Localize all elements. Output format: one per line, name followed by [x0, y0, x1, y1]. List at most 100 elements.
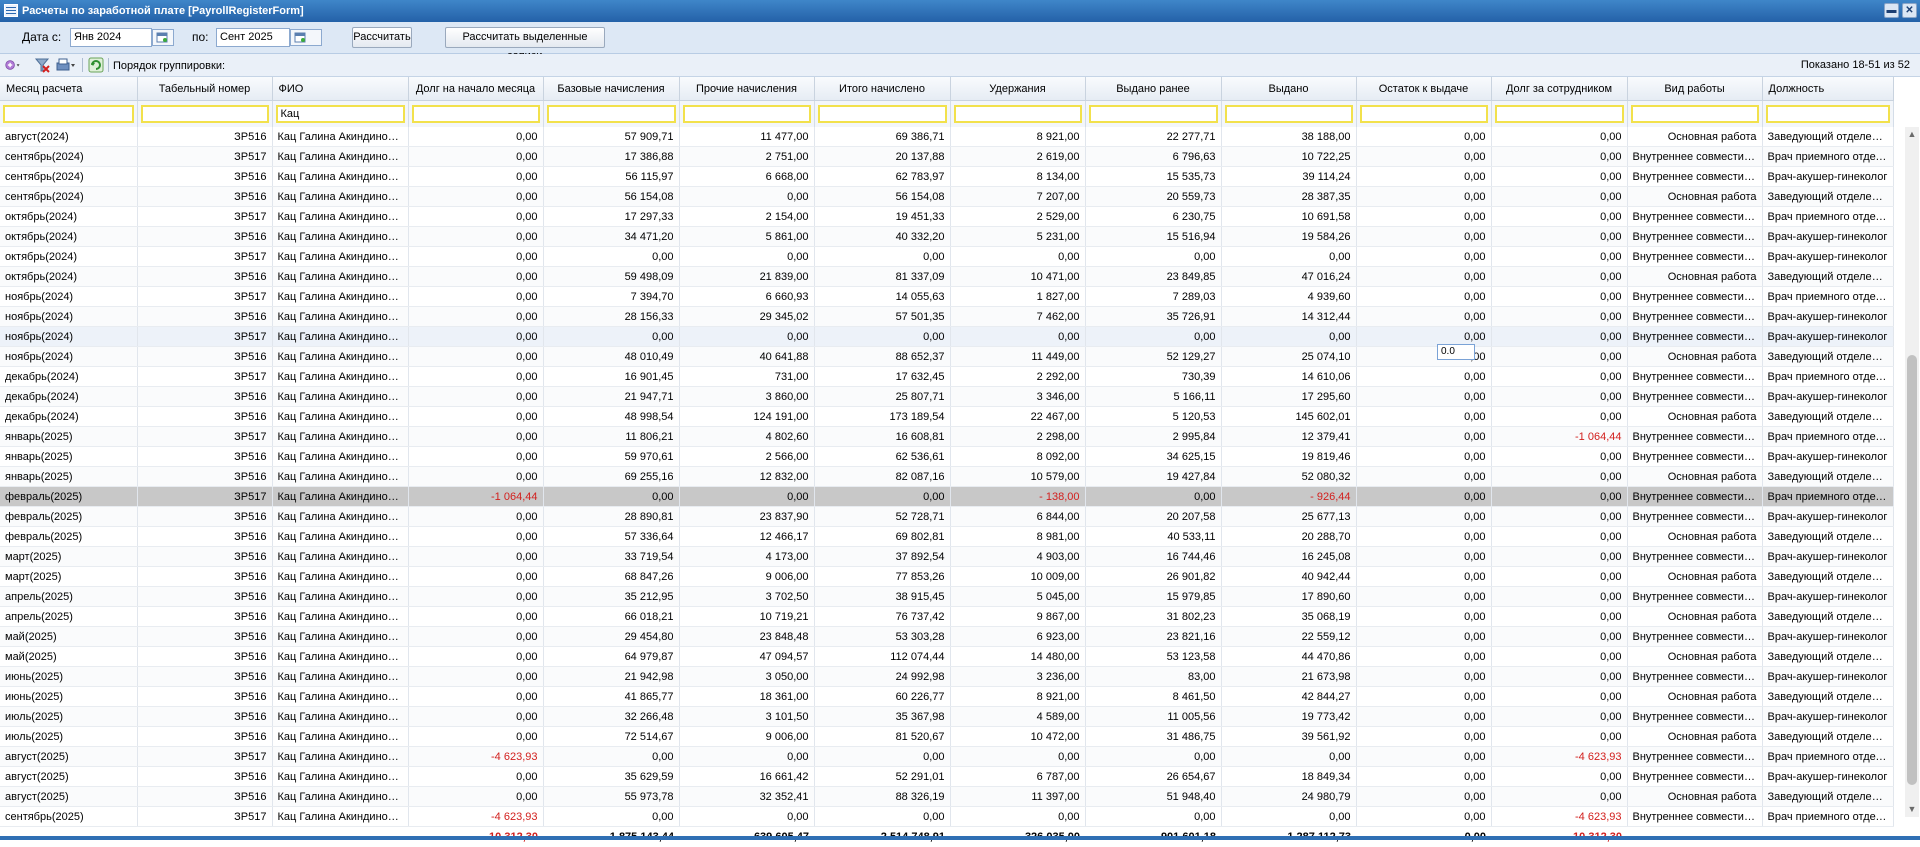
table-row[interactable]: сентябрь(2025)ЗР517Кац Галина Акиндиновн…: [0, 807, 1893, 827]
table-cell[interactable]: -4 623,93: [408, 807, 543, 827]
column-header[interactable]: Долг за сотрудником: [1491, 77, 1627, 101]
table-cell[interactable]: 0,00: [1356, 427, 1491, 447]
table-cell[interactable]: Внутреннее совместите...: [1627, 447, 1762, 467]
table-cell[interactable]: 64 979,87: [543, 647, 679, 667]
table-cell[interactable]: 3 101,50: [679, 707, 814, 727]
table-cell[interactable]: 0,00: [408, 327, 543, 347]
table-cell[interactable]: ЗР516: [137, 707, 272, 727]
table-cell[interactable]: Кац Галина Акиндиновна: [272, 347, 408, 367]
table-cell[interactable]: 0,00: [408, 787, 543, 807]
table-cell[interactable]: 35 367,98: [814, 707, 950, 727]
table-cell[interactable]: ЗР516: [137, 727, 272, 747]
table-cell[interactable]: 0,00: [1491, 487, 1627, 507]
table-cell[interactable]: 40 332,20: [814, 227, 950, 247]
table-cell[interactable]: 12 832,00: [679, 467, 814, 487]
table-cell[interactable]: 0,00: [408, 287, 543, 307]
table-cell[interactable]: 8 092,00: [950, 447, 1085, 467]
table-cell[interactable]: 24 980,79: [1221, 787, 1356, 807]
table-cell[interactable]: Врач-акушер-гинеколог: [1762, 707, 1893, 727]
table-cell[interactable]: Кац Галина Акиндиновна: [272, 567, 408, 587]
table-cell[interactable]: ЗР516: [137, 187, 272, 207]
column-header[interactable]: Базовые начисления: [543, 77, 679, 101]
table-cell[interactable]: ЗР516: [137, 527, 272, 547]
table-cell[interactable]: 0,00: [1356, 187, 1491, 207]
table-cell[interactable]: 5 045,00: [950, 587, 1085, 607]
table-cell[interactable]: 57 501,35: [814, 307, 950, 327]
table-cell[interactable]: 12 379,41: [1221, 427, 1356, 447]
column-filter-input[interactable]: [276, 105, 405, 123]
table-cell[interactable]: 44 470,86: [1221, 647, 1356, 667]
table-row[interactable]: декабрь(2024)ЗР516Кац Галина Акиндиновна…: [0, 407, 1893, 427]
table-row[interactable]: октябрь(2024)ЗР517Кац Галина Акиндиновна…: [0, 247, 1893, 267]
table-row[interactable]: октябрь(2024)ЗР516Кац Галина Акиндиновна…: [0, 227, 1893, 247]
column-filter-input[interactable]: [547, 105, 676, 123]
table-row[interactable]: октябрь(2024)ЗР517Кац Галина Акиндиновна…: [0, 207, 1893, 227]
table-cell[interactable]: 0,00: [408, 587, 543, 607]
table-cell[interactable]: 19 584,26: [1221, 227, 1356, 247]
table-cell[interactable]: 4 173,00: [679, 547, 814, 567]
table-cell[interactable]: 59 498,09: [543, 267, 679, 287]
table-cell[interactable]: 39 561,92: [1221, 727, 1356, 747]
column-header[interactable]: Удержания: [950, 77, 1085, 101]
table-cell[interactable]: 31 486,75: [1085, 727, 1221, 747]
table-cell[interactable]: 68 847,26: [543, 567, 679, 587]
table-cell[interactable]: 0,00: [679, 187, 814, 207]
table-cell[interactable]: -4 623,93: [1491, 747, 1627, 767]
table-cell[interactable]: 22 277,71: [1085, 127, 1221, 147]
table-cell[interactable]: 19 427,84: [1085, 467, 1221, 487]
table-cell[interactable]: 23 837,90: [679, 507, 814, 527]
table-cell[interactable]: ЗР516: [137, 567, 272, 587]
table-cell[interactable]: 0,00: [1356, 287, 1491, 307]
table-cell[interactable]: Заведующий отделение...: [1762, 187, 1893, 207]
table-cell[interactable]: октябрь(2024): [0, 267, 137, 287]
table-cell[interactable]: 19 819,46: [1221, 447, 1356, 467]
table-cell[interactable]: 173 189,54: [814, 407, 950, 427]
table-cell[interactable]: январь(2025): [0, 467, 137, 487]
table-cell[interactable]: 9 867,00: [950, 607, 1085, 627]
table-cell[interactable]: 0,00: [408, 207, 543, 227]
add-dropdown-icon[interactable]: [5, 57, 21, 73]
calendar-icon[interactable]: [290, 29, 322, 46]
table-cell[interactable]: -1 064,44: [408, 487, 543, 507]
column-header[interactable]: Табельный номер: [137, 77, 272, 101]
table-cell[interactable]: 0,00: [1356, 707, 1491, 727]
table-cell[interactable]: 0,00: [408, 667, 543, 687]
table-cell[interactable]: 0,00: [543, 747, 679, 767]
table-cell[interactable]: Внутреннее совместите...: [1627, 167, 1762, 187]
table-cell[interactable]: 0,00: [1356, 207, 1491, 227]
table-cell[interactable]: 25 074,10: [1221, 347, 1356, 367]
vertical-scrollbar[interactable]: ▲ ▼: [1905, 127, 1919, 817]
table-cell[interactable]: 48 010,49: [543, 347, 679, 367]
table-cell[interactable]: Внутреннее совместите...: [1627, 487, 1762, 507]
table-cell[interactable]: Внутреннее совместите...: [1627, 147, 1762, 167]
table-cell[interactable]: ЗР517: [137, 367, 272, 387]
table-cell[interactable]: 0,00: [1491, 407, 1627, 427]
column-filter-input[interactable]: [818, 105, 947, 123]
column-header[interactable]: Вид работы: [1627, 77, 1762, 101]
table-cell[interactable]: Кац Галина Акиндиновна: [272, 507, 408, 527]
table-cell[interactable]: 0,00: [408, 387, 543, 407]
table-cell[interactable]: 0,00: [950, 247, 1085, 267]
column-filter-input[interactable]: [141, 105, 269, 123]
table-cell[interactable]: Внутреннее совместите...: [1627, 387, 1762, 407]
table-cell[interactable]: Внутреннее совместите...: [1627, 367, 1762, 387]
table-row[interactable]: ноябрь(2024)ЗР516Кац Галина Акиндиновна0…: [0, 347, 1893, 367]
table-cell[interactable]: 0,00: [408, 767, 543, 787]
table-cell[interactable]: 0,00: [814, 487, 950, 507]
table-cell[interactable]: 0,00: [1356, 607, 1491, 627]
table-cell[interactable]: 0,00: [1491, 667, 1627, 687]
table-cell[interactable]: Заведующий отделение...: [1762, 647, 1893, 667]
table-cell[interactable]: 20 288,70: [1221, 527, 1356, 547]
table-cell[interactable]: 0,00: [679, 807, 814, 827]
table-cell[interactable]: 25 807,71: [814, 387, 950, 407]
table-cell[interactable]: 4 903,00: [950, 547, 1085, 567]
table-cell[interactable]: ЗР516: [137, 627, 272, 647]
table-cell[interactable]: 17 890,60: [1221, 587, 1356, 607]
table-cell[interactable]: 0,00: [408, 687, 543, 707]
table-cell[interactable]: 0,00: [1491, 787, 1627, 807]
table-cell[interactable]: 730,39: [1085, 367, 1221, 387]
table-cell[interactable]: ЗР516: [137, 647, 272, 667]
table-cell[interactable]: Заведующий отделение...: [1762, 687, 1893, 707]
table-cell[interactable]: 0,00: [1356, 567, 1491, 587]
table-cell[interactable]: 0,00: [408, 467, 543, 487]
